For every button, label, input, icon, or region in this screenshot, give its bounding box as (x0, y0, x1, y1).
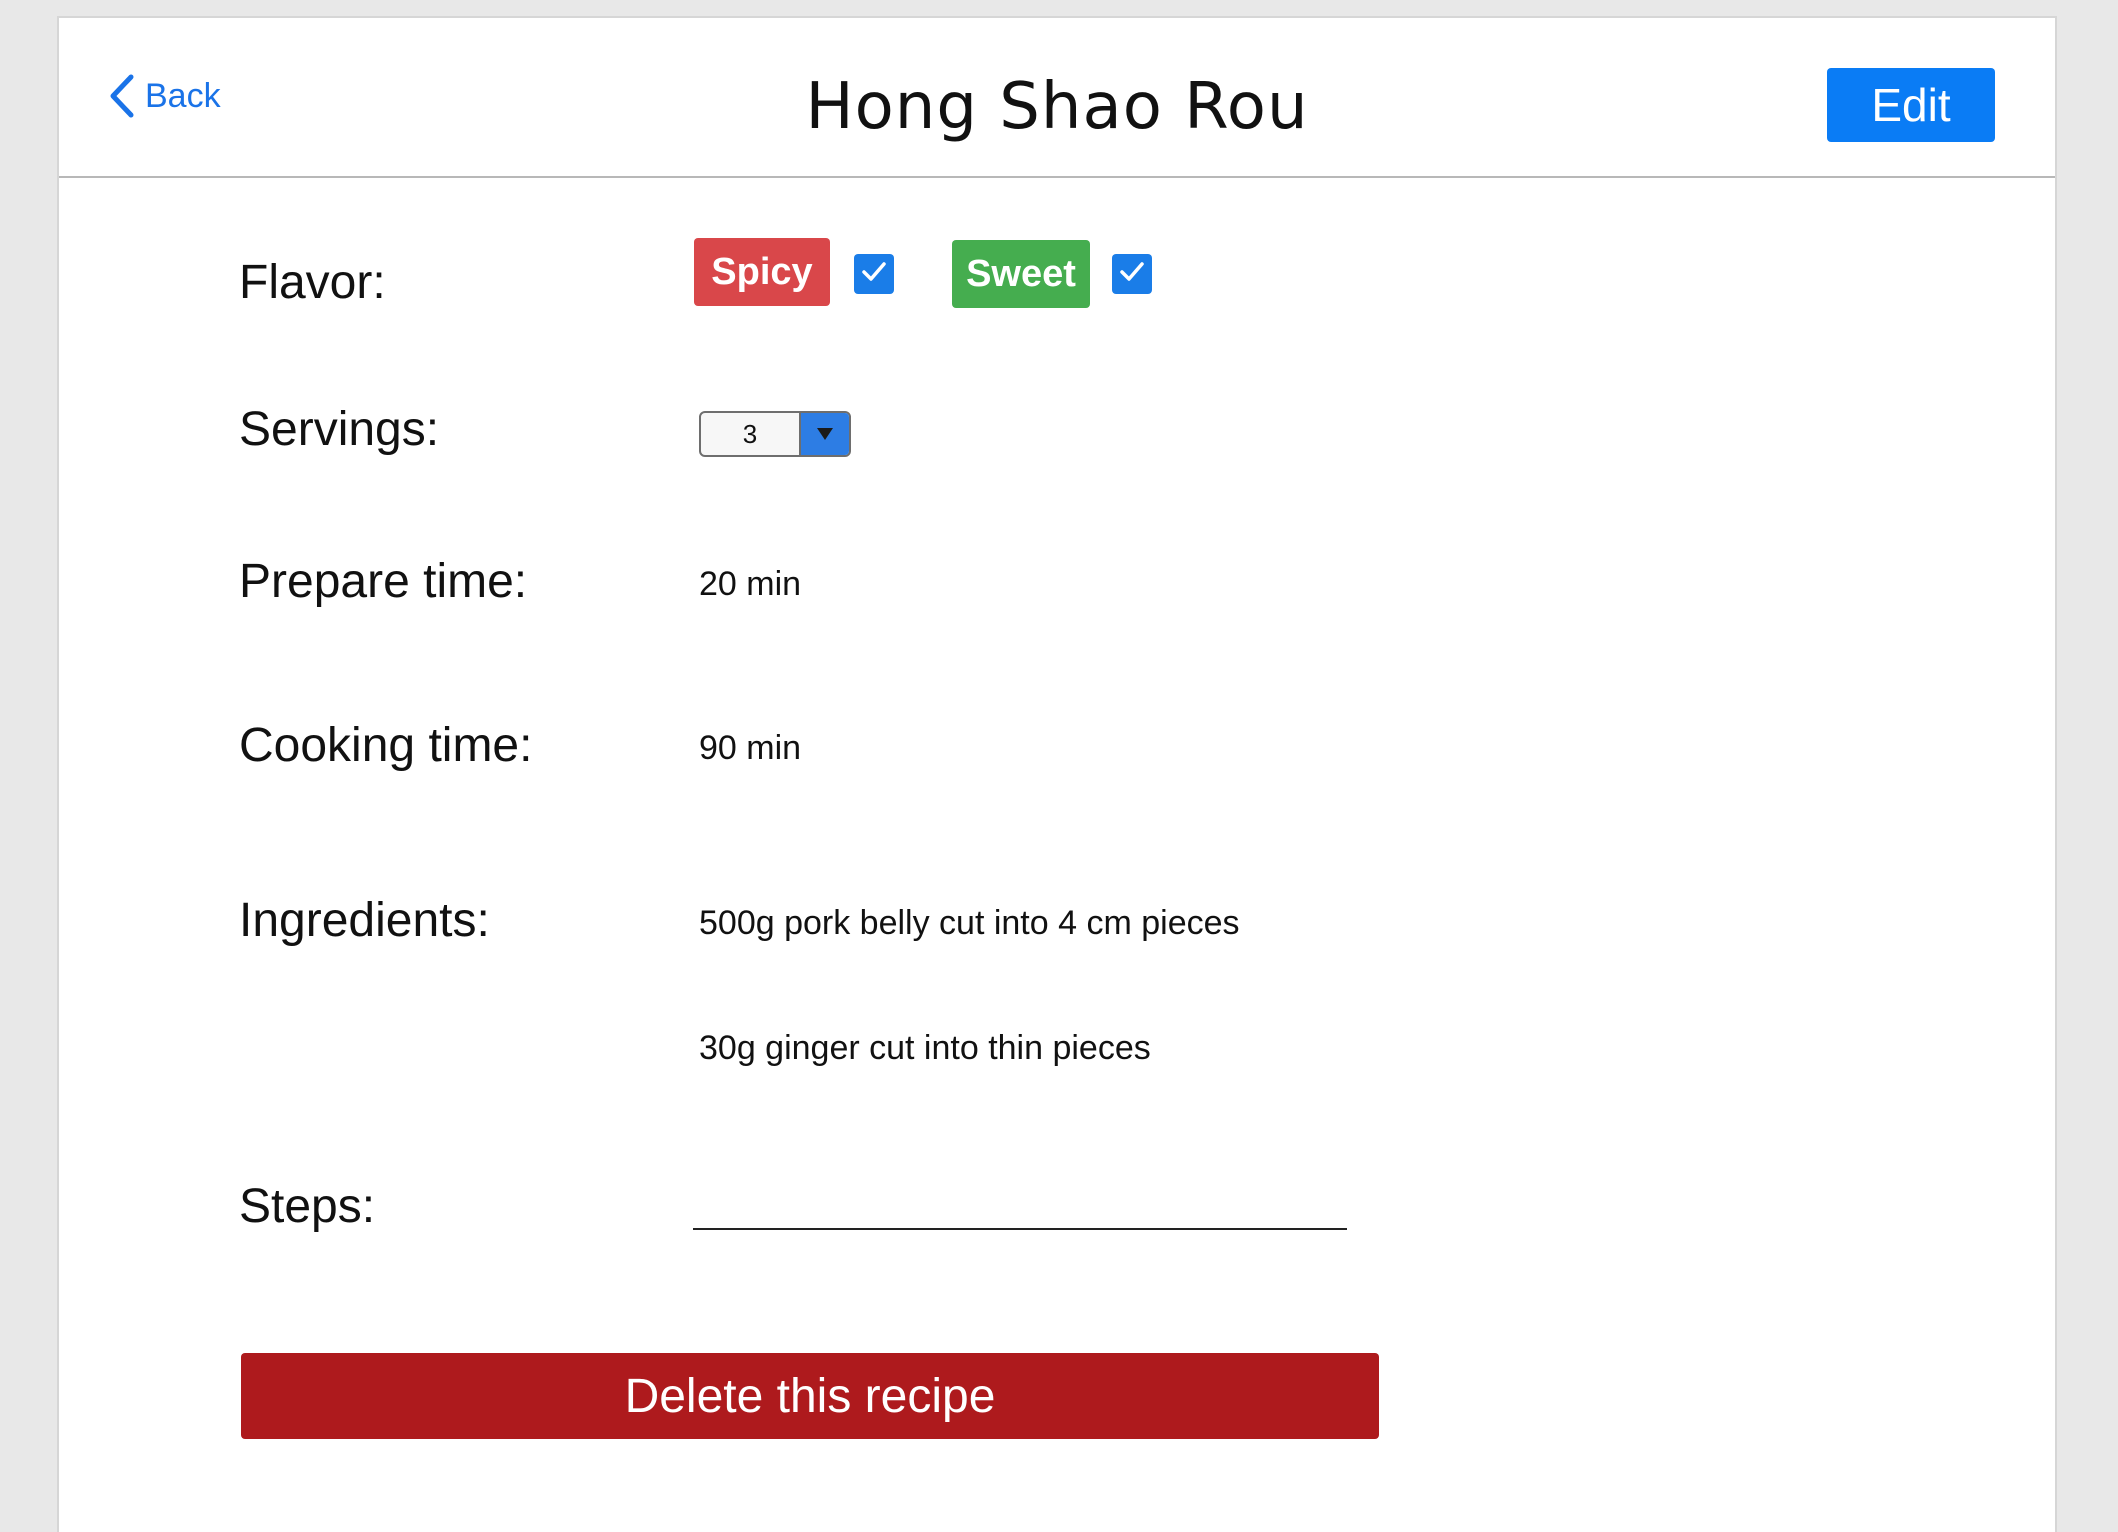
servings-label: Servings: (239, 403, 440, 456)
servings-select[interactable]: 3 (699, 411, 851, 457)
ingredients-label: Ingredients: (239, 894, 490, 947)
sweet-checkbox[interactable] (1112, 254, 1152, 294)
delete-recipe-button[interactable]: Delete this recipe (241, 1353, 1379, 1439)
check-icon (859, 257, 889, 292)
cooking-time-value: 90 min (699, 729, 802, 767)
check-icon (1117, 257, 1147, 292)
prepare-time-label: Prepare time: (239, 555, 528, 608)
steps-label: Steps: (239, 1180, 376, 1233)
prepare-time-value: 20 min (699, 565, 802, 603)
spicy-checkbox[interactable] (854, 254, 894, 294)
recipe-detail-window: Back Hong Shao Rou Edit Flavor: Spicy Sw… (57, 16, 2057, 1532)
triangle-down-icon (799, 413, 849, 455)
flavor-tag-spicy: Spicy (694, 238, 830, 306)
flavor-tag-sweet: Sweet (952, 240, 1090, 308)
navigation-bar: Back Hong Shao Rou Edit (59, 18, 2055, 178)
servings-value: 3 (742, 418, 758, 449)
ingredient-item: 30g ginger cut into thin pieces (699, 1029, 1151, 1067)
cooking-time-label: Cooking time: (239, 719, 533, 772)
ingredient-item: 500g pork belly cut into 4 cm pieces (699, 904, 1240, 942)
flavor-label: Flavor: (239, 256, 386, 309)
steps-field[interactable] (693, 1228, 1347, 1230)
edit-button[interactable]: Edit (1827, 68, 1995, 142)
page-title: Hong Shao Rou (805, 70, 1309, 144)
